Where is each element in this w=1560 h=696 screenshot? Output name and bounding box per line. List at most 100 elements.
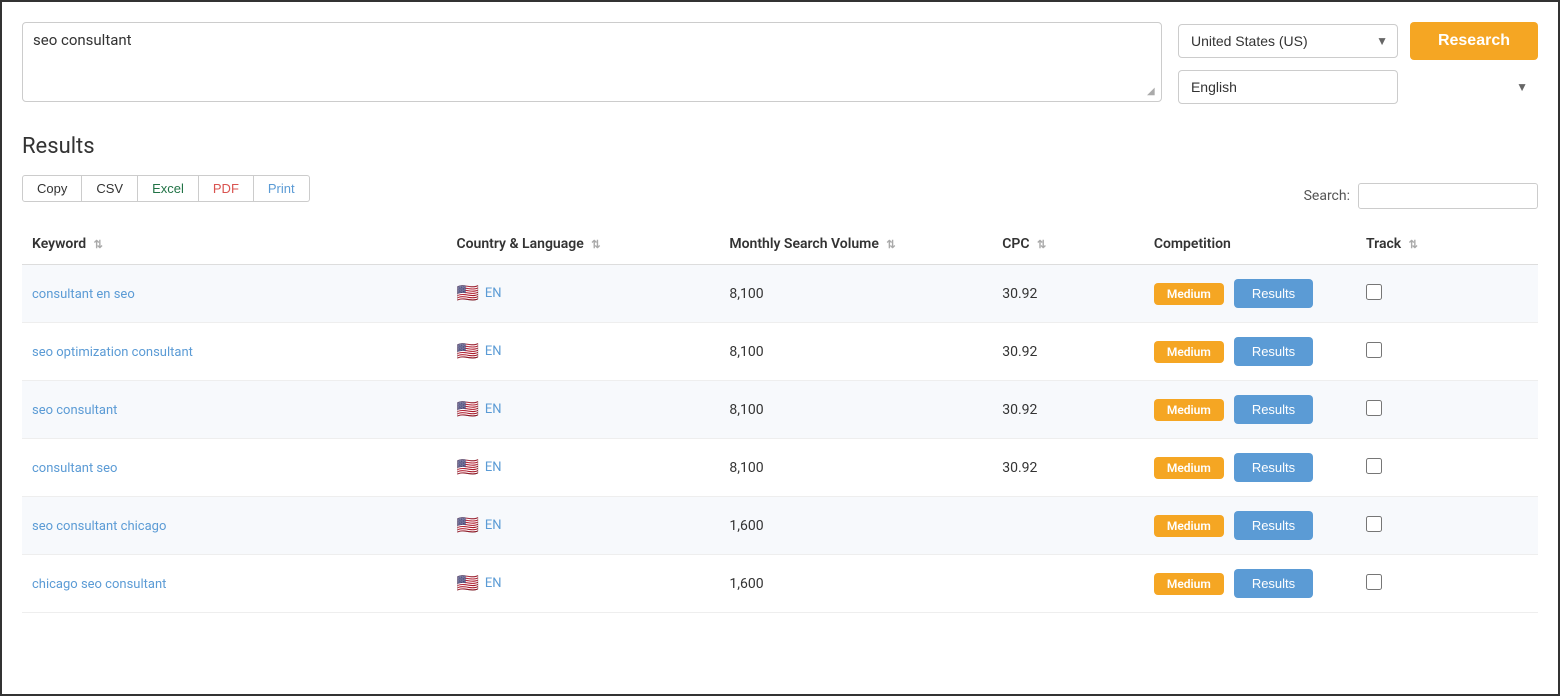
top-section: seo consultant ◢ United States (US) Unit… [22,22,1538,104]
flag-icon: 🇺🇸 [456,515,478,536]
keyword-sort-icon[interactable]: ⇅ [94,238,103,251]
language-select-wrap: English Spanish French German ▼ [1178,70,1538,104]
col-header-competition: Competition [1144,224,1356,265]
track-cell [1356,439,1538,497]
cpc-cell [992,555,1144,613]
cpc-cell: 30.92 [992,381,1144,439]
competition-badge: Medium [1154,457,1224,479]
country-language-cell: 🇺🇸 EN [456,457,709,478]
lang-code: EN [485,460,502,475]
competition-cell: MediumResults [1144,265,1356,323]
cpc-cell [992,497,1144,555]
competition-badge: Medium [1154,573,1224,595]
table-row: seo optimization consultant🇺🇸EN8,10030.9… [22,323,1538,381]
search-box: seo consultant ◢ [22,22,1162,102]
keyword-link[interactable]: consultant en seo [32,287,135,302]
country-language-cell: 🇺🇸 EN [456,515,709,536]
track-checkbox[interactable] [1366,400,1382,416]
volume-cell: 1,600 [719,555,992,613]
track-checkbox[interactable] [1366,574,1382,590]
language-chevron-icon: ▼ [1516,80,1528,94]
flag-icon: 🇺🇸 [456,457,478,478]
lang-code: EN [485,286,502,301]
track-checkbox[interactable] [1366,516,1382,532]
track-checkbox[interactable] [1366,284,1382,300]
table-row: consultant seo 🇺🇸 EN 8,10030.92 Medium Result… [22,439,1538,497]
language-select[interactable]: English Spanish French German [1178,70,1398,104]
lang-code: EN [485,576,502,591]
keyword-link[interactable]: chicago seo consultant [32,577,166,592]
flag-icon: 🇺🇸 [456,283,478,304]
table-header-row: Keyword ⇅ Country & Language ⇅ Monthly S… [22,224,1538,265]
table-row: consultant en seo 🇺🇸 EN 8,10030.92MediumRes… [22,265,1538,323]
table-search-label: Search: [1304,188,1350,204]
results-button[interactable]: Results [1234,453,1313,482]
keyword-link[interactable]: seo consultant [32,403,117,418]
results-button[interactable]: Results [1234,279,1313,308]
results-button[interactable]: Results [1234,511,1313,540]
results-section: Results Copy CSV Excel PDF Print Search:… [22,134,1538,613]
competition-cell: MediumResults [1144,497,1356,555]
track-checkbox[interactable] [1366,342,1382,358]
flag-icon: 🇺🇸 [456,341,478,362]
volume-cell: 1,600 [719,497,992,555]
col-header-volume: Monthly Search Volume ⇅ [719,224,992,265]
volume-sort-icon[interactable]: ⇅ [886,238,895,251]
table-row: seo consultant chicago 🇺🇸 EN 1,600 MediumRes… [22,497,1538,555]
competition-cell: Medium Results [1144,555,1356,613]
results-button[interactable]: Results [1234,569,1313,598]
track-sort-icon[interactable]: ⇅ [1409,238,1418,251]
results-table: Keyword ⇅ Country & Language ⇅ Monthly S… [22,224,1538,613]
volume-cell: 8,100 [719,381,992,439]
track-cell [1356,265,1538,323]
lang-code: EN [485,518,502,533]
competition-badge: Medium [1154,341,1224,363]
table-row: seo consultant 🇺🇸 EN 8,10030.92 Medium Result… [22,381,1538,439]
cpc-sort-icon[interactable]: ⇅ [1037,238,1046,251]
country-select[interactable]: United States (US) United Kingdom (UK) C… [1178,24,1398,58]
table-search-wrap: Search: [1304,183,1538,209]
col-header-cpc: CPC ⇅ [992,224,1144,265]
flag-icon: 🇺🇸 [456,399,478,420]
excel-button[interactable]: Excel [138,175,199,202]
main-container: seo consultant ◢ United States (US) Unit… [0,0,1560,696]
competition-cell: Medium Results [1144,381,1356,439]
table-controls: Copy CSV Excel PDF Print Search: [22,175,1538,216]
volume-cell: 8,100 [719,265,992,323]
csv-button[interactable]: CSV [82,175,138,202]
resize-handle: ◢ [1147,87,1159,99]
competition-badge: Medium [1154,399,1224,421]
keyword-link[interactable]: seo consultant chicago [32,519,166,534]
keyword-link[interactable]: seo optimization consultant [32,345,193,360]
col-header-keyword: Keyword ⇅ [22,224,446,265]
volume-cell: 8,100 [719,323,992,381]
country-language-cell: 🇺🇸 EN [456,399,709,420]
keyword-link[interactable]: consultant seo [32,461,117,476]
results-title: Results [22,134,1538,159]
cpc-cell: 30.92 [992,439,1144,497]
export-buttons: Copy CSV Excel PDF Print [22,175,310,202]
table-search-input[interactable] [1358,183,1538,209]
search-input[interactable]: seo consultant [33,31,1151,91]
right-controls: United States (US) United Kingdom (UK) C… [1178,22,1538,104]
country-language-cell: 🇺🇸 EN [456,341,709,362]
col-header-track: Track ⇅ [1356,224,1538,265]
pdf-button[interactable]: PDF [199,175,254,202]
col-header-country: Country & Language ⇅ [446,224,719,265]
track-cell [1356,323,1538,381]
table-row: chicago seo consultant 🇺🇸EN 1,600 Medium Res… [22,555,1538,613]
competition-cell: Medium Results [1144,323,1356,381]
research-button[interactable]: Research [1410,22,1538,60]
lang-code: EN [485,402,502,417]
country-sort-icon[interactable]: ⇅ [591,238,600,251]
results-button[interactable]: Results [1234,337,1313,366]
cpc-cell: 30.92 [992,265,1144,323]
volume-cell: 8,100 [719,439,992,497]
lang-code: EN [485,344,502,359]
copy-button[interactable]: Copy [22,175,82,202]
track-checkbox[interactable] [1366,458,1382,474]
competition-cell: Medium Results [1144,439,1356,497]
country-language-cell: 🇺🇸EN [456,573,709,594]
print-button[interactable]: Print [254,175,310,202]
results-button[interactable]: Results [1234,395,1313,424]
